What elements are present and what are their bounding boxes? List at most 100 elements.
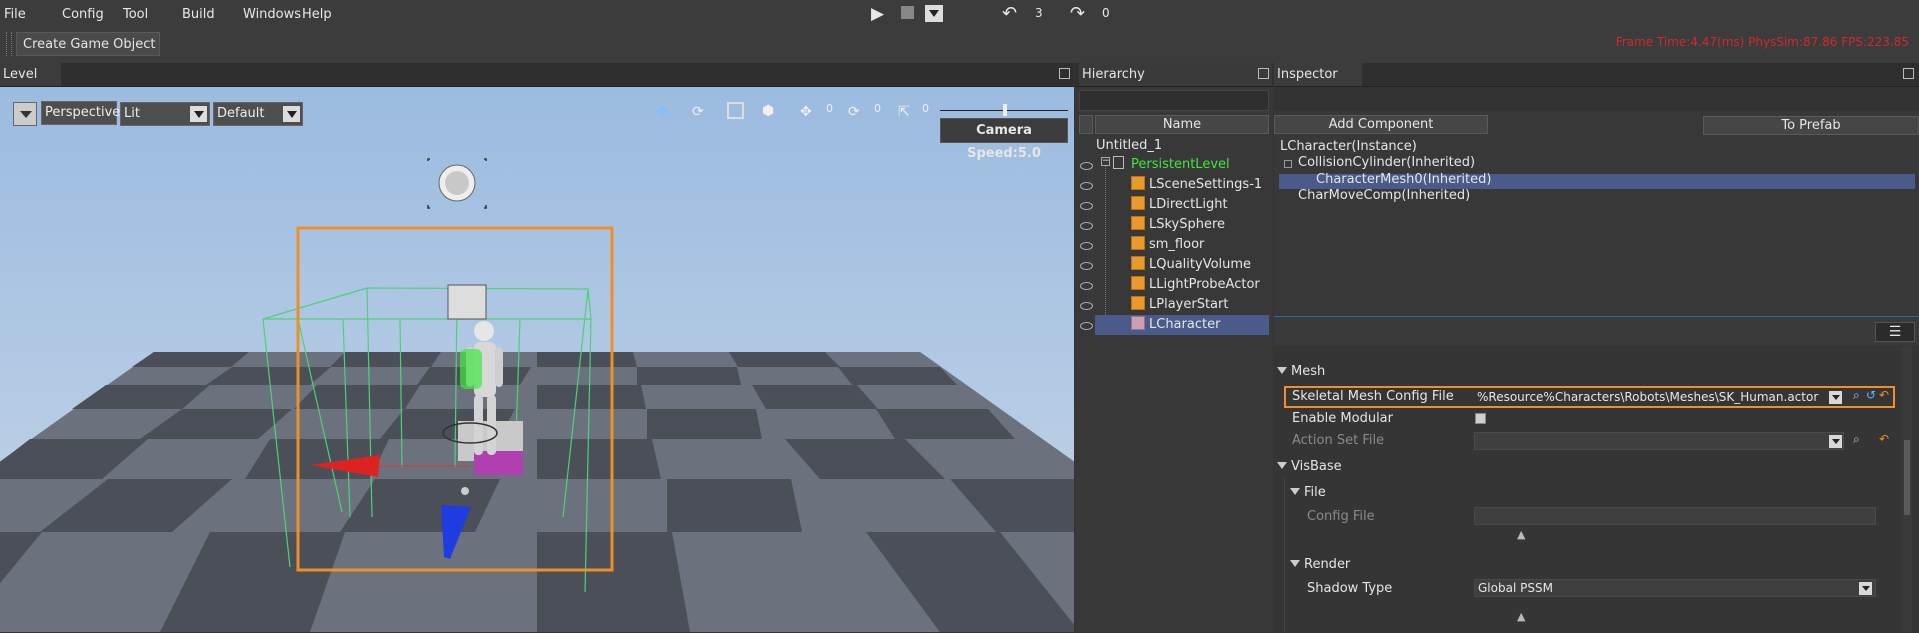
actor-icon: [1131, 216, 1145, 230]
stop-icon[interactable]: [901, 6, 914, 19]
snap-rotate-count: 0: [874, 102, 881, 115]
inspector-toolbar: [1274, 87, 1919, 111]
hierarchy-search[interactable]: [1079, 90, 1269, 111]
section-visbase[interactable]: VisBase: [1277, 459, 1342, 474]
undock-icon[interactable]: [1059, 68, 1070, 79]
camera-speed-handle[interactable]: [1003, 104, 1007, 116]
collapse-up-icon[interactable]: ▲: [1517, 528, 1525, 541]
component-item[interactable]: CollisionCylinder(Inherited): [1298, 155, 1475, 171]
name-column-header[interactable]: Name: [1095, 115, 1269, 134]
hierarchy-item[interactable]: LQualityVolume: [1149, 255, 1251, 275]
scrollbar-thumb[interactable]: [1904, 440, 1910, 515]
visibility-column-header[interactable]: [1079, 115, 1093, 134]
eye-icon[interactable]: [1080, 202, 1093, 210]
viewport-menu-button[interactable]: [13, 102, 37, 126]
eye-icon[interactable]: [1080, 302, 1093, 310]
action-set-label: Action Set File: [1292, 433, 1385, 448]
eye-icon[interactable]: [1080, 262, 1093, 270]
eye-icon[interactable]: [1080, 322, 1093, 330]
snap-translate-icon[interactable]: ✥: [800, 104, 812, 120]
preset-value: Default: [217, 106, 265, 121]
collapse-icon[interactable]: [1284, 160, 1292, 168]
undo-icon[interactable]: ↶: [1002, 3, 1017, 24]
component-item[interactable]: CharMoveComp(Inherited): [1298, 188, 1470, 204]
reset-icon[interactable]: ↶: [1879, 388, 1889, 402]
menu-windows[interactable]: Windows: [243, 7, 301, 22]
translate-icon[interactable]: ✥: [656, 104, 668, 120]
menu-help[interactable]: Help: [302, 7, 332, 22]
undock-icon[interactable]: [1903, 68, 1914, 79]
hierarchy-item-selected[interactable]: LCharacter: [1149, 315, 1220, 335]
snap-scale-count: 0: [922, 102, 929, 115]
persistent-level[interactable]: PersistentLevel: [1131, 155, 1230, 175]
undock-icon[interactable]: [1258, 68, 1269, 79]
config-file-field[interactable]: [1474, 507, 1876, 525]
section-mesh[interactable]: Mesh: [1277, 364, 1325, 379]
add-component-button[interactable]: Add Component: [1274, 115, 1488, 134]
skeletal-mesh-dropdown[interactable]: [1829, 391, 1842, 404]
rotate-icon[interactable]: ⟳: [692, 104, 704, 120]
floor-grid: [0, 352, 1074, 632]
hierarchy-item[interactable]: sm_floor: [1149, 235, 1204, 255]
hierarchy-item[interactable]: LSkySphere: [1149, 215, 1225, 235]
expand-icon: [1277, 367, 1287, 374]
browse-icon[interactable]: ⌕: [1853, 388, 1860, 403]
hierarchy-item[interactable]: LSceneSettings-1: [1149, 175, 1262, 195]
menu-file[interactable]: File: [4, 7, 26, 22]
collapse-icon[interactable]: −: [1101, 157, 1110, 166]
menu-build[interactable]: Build: [182, 7, 215, 22]
eye-icon[interactable]: [1080, 162, 1093, 170]
eye-icon[interactable]: [1080, 282, 1093, 290]
scene-root[interactable]: Untitled_1: [1096, 136, 1162, 156]
shadow-type-select[interactable]: Global PSSM: [1474, 579, 1876, 597]
perspective-button[interactable]: Perspective: [41, 101, 120, 125]
reset-icon[interactable]: ↶: [1879, 432, 1889, 446]
shadow-type-dropdown[interactable]: [1859, 582, 1872, 595]
snap-scale-icon[interactable]: ⇱: [898, 104, 910, 120]
preset-select[interactable]: Default: [213, 102, 303, 126]
eye-icon[interactable]: [1080, 182, 1093, 190]
world-space-icon[interactable]: ⬢: [762, 103, 774, 119]
tab-hierarchy[interactable]: Hierarchy: [1079, 63, 1272, 86]
scene-render: [0, 87, 1074, 632]
skeletal-mesh-field[interactable]: %Resource%Characters\Robots\Meshes\SK_Hu…: [1474, 388, 1846, 406]
shadow-type-label: Shadow Type: [1307, 581, 1393, 596]
visbase-group: [1284, 477, 1899, 632]
create-game-object-button[interactable]: Create Game Object: [16, 32, 160, 56]
enable-modular-checkbox[interactable]: [1475, 413, 1486, 424]
component-root[interactable]: LCharacter(Instance): [1280, 139, 1417, 155]
redo-icon[interactable]: ↷: [1070, 3, 1085, 24]
hierarchy-item[interactable]: LLightProbeActor: [1149, 275, 1260, 295]
snap-rotate-icon[interactable]: ⟳: [848, 104, 860, 120]
action-set-dropdown[interactable]: [1829, 435, 1842, 448]
undo-count: 3: [1035, 6, 1043, 20]
eye-icon[interactable]: [1080, 222, 1093, 230]
section-file[interactable]: File: [1290, 485, 1326, 500]
inspector-panel-header: Inspector: [1274, 63, 1919, 87]
collapse-up-icon[interactable]: ▲: [1517, 610, 1525, 623]
lighting-select[interactable]: Lit: [120, 102, 210, 126]
section-render[interactable]: Render: [1290, 557, 1350, 572]
tab-level[interactable]: Level: [0, 63, 61, 86]
hierarchy-item[interactable]: LDirectLight: [1149, 195, 1228, 215]
menu-tool[interactable]: Tool: [123, 7, 148, 22]
component-item-selected[interactable]: CharacterMesh0(Inherited): [1316, 172, 1491, 188]
details-toolbar: [1274, 317, 1919, 345]
expand-icon: [1277, 462, 1287, 469]
action-set-field[interactable]: [1474, 432, 1844, 450]
expand-icon: [1290, 560, 1300, 567]
level-viewport[interactable]: Perspective Lit Default ✥ ⟳ ⬢ ✥ 0 ⟳ 0 ⇱ …: [0, 87, 1074, 632]
menu-config[interactable]: Config: [62, 7, 104, 22]
perf-stats: Frame Time:4.47(ms) PhysSim:87.86 FPS:22…: [1615, 35, 1909, 49]
list-view-icon[interactable]: ☰: [1875, 322, 1915, 342]
play-icon[interactable]: ▶: [871, 4, 884, 24]
scale-icon[interactable]: [727, 102, 744, 119]
to-prefab-button[interactable]: To Prefab: [1703, 116, 1919, 135]
level-panel-header: Level: [0, 63, 1074, 87]
eye-icon[interactable]: [1080, 242, 1093, 250]
tab-inspector[interactable]: Inspector: [1274, 63, 1362, 86]
play-options-dropdown[interactable]: [925, 5, 943, 22]
hierarchy-item[interactable]: LPlayerStart: [1149, 295, 1228, 315]
use-selected-icon[interactable]: ↺: [1866, 388, 1876, 402]
browse-icon[interactable]: ⌕: [1853, 432, 1860, 447]
